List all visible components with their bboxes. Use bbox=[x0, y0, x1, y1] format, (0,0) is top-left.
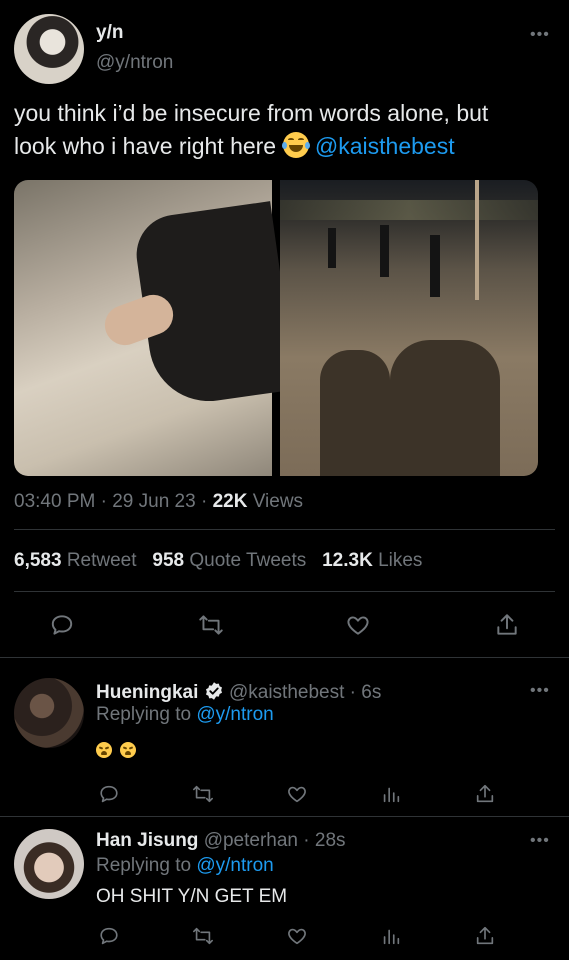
reply-sep: · bbox=[303, 830, 310, 851]
reply-sep: · bbox=[349, 682, 356, 703]
media-photo-2[interactable] bbox=[280, 180, 538, 476]
reply-emoji-row bbox=[96, 741, 137, 759]
photo-2-lights bbox=[280, 200, 538, 220]
photo-2-shadow-1 bbox=[320, 350, 390, 476]
like-icon[interactable] bbox=[345, 612, 371, 638]
divider bbox=[14, 591, 555, 592]
replying-to-label: Replying to bbox=[96, 855, 192, 876]
tweet-text-line1: you think i’d be insecure from words alo… bbox=[14, 100, 489, 126]
tired-face-emoji bbox=[96, 741, 112, 758]
views-icon[interactable] bbox=[380, 925, 402, 947]
share-icon[interactable] bbox=[474, 925, 496, 947]
tweet-text-line2-body: look who i have right here bbox=[14, 133, 277, 159]
quotes-stat[interactable]: 958 Quote Tweets bbox=[152, 550, 306, 571]
tweet-text: you think i’d be insecure from words alo… bbox=[14, 97, 564, 163]
quotes-label: Quote Tweets bbox=[189, 550, 307, 571]
like-icon[interactable] bbox=[286, 783, 308, 805]
views-label: Views bbox=[252, 491, 304, 512]
meta-sep-2: · bbox=[200, 491, 208, 512]
views-icon[interactable] bbox=[380, 783, 402, 805]
divider bbox=[0, 657, 569, 658]
divider bbox=[0, 816, 569, 817]
retweets-stat[interactable]: 6,583 Retweet bbox=[14, 550, 137, 571]
share-icon[interactable] bbox=[494, 612, 520, 638]
share-icon[interactable] bbox=[474, 783, 496, 805]
photo-2-shadow-2 bbox=[390, 340, 500, 476]
likes-count: 12.3K bbox=[322, 550, 373, 571]
meta-sep-1: · bbox=[100, 491, 107, 512]
reply-handle[interactable]: @kaisthebest bbox=[229, 682, 344, 703]
author-display-name[interactable]: y/n bbox=[96, 22, 123, 44]
photo-2-post-1 bbox=[328, 228, 336, 268]
tweet-stats: 6,583 Retweet 958 Quote Tweets 12.3K Lik… bbox=[14, 550, 422, 572]
photo-2-post-2 bbox=[380, 225, 389, 277]
verified-icon bbox=[204, 681, 224, 701]
quotes-count: 958 bbox=[152, 550, 185, 571]
tweet-mention-link[interactable]: @kaisthebest bbox=[315, 133, 455, 159]
photo-2-pole bbox=[475, 180, 479, 300]
retweets-count: 6,583 bbox=[14, 550, 62, 571]
photo-2-post-3 bbox=[430, 235, 440, 297]
reply-time[interactable]: 6s bbox=[361, 682, 381, 703]
likes-stat[interactable]: 12.3K Likes bbox=[322, 550, 422, 571]
reply-display-name[interactable]: Hueningkai bbox=[96, 682, 198, 703]
like-icon[interactable] bbox=[286, 925, 308, 947]
divider bbox=[14, 529, 555, 530]
replying-to: Replying to @y/ntron bbox=[96, 855, 274, 877]
retweet-icon[interactable] bbox=[191, 783, 215, 805]
media-photo-1[interactable] bbox=[14, 180, 297, 476]
replying-to-link[interactable]: @y/ntron bbox=[196, 704, 273, 725]
tweet-text-line2: look who i have right here @kaisthebest bbox=[14, 130, 564, 163]
replying-to-link[interactable]: @y/ntron bbox=[196, 855, 273, 876]
more-icon[interactable]: ••• bbox=[530, 27, 550, 43]
reply-icon[interactable] bbox=[98, 925, 120, 947]
tweet-media-grid bbox=[14, 180, 538, 476]
reply-avatar[interactable] bbox=[14, 829, 84, 899]
retweet-icon[interactable] bbox=[191, 925, 215, 947]
reply-header: Hueningkai @kaisthebest · 6s bbox=[96, 681, 381, 704]
author-avatar[interactable] bbox=[14, 14, 84, 84]
reply-text: OH SHIT Y/N GET EM bbox=[96, 886, 288, 907]
reply-icon[interactable] bbox=[49, 612, 75, 638]
more-icon[interactable]: ••• bbox=[530, 833, 550, 849]
reply-display-name[interactable]: Han Jisung bbox=[96, 830, 198, 851]
author-handle[interactable]: @y/ntron bbox=[96, 52, 173, 74]
tweet-time[interactable]: 03:40 PM bbox=[14, 491, 95, 512]
more-icon[interactable]: ••• bbox=[530, 683, 550, 699]
replying-to-label: Replying to bbox=[96, 704, 192, 725]
reply-handle[interactable]: @peterhan bbox=[204, 830, 298, 851]
replying-to: Replying to @y/ntron bbox=[96, 704, 274, 726]
views-count: 22K bbox=[212, 491, 248, 512]
reply-avatar[interactable] bbox=[14, 678, 84, 748]
retweets-label: Retweet bbox=[66, 550, 137, 571]
retweet-icon[interactable] bbox=[197, 612, 225, 638]
tweet-date[interactable]: 29 Jun 23 bbox=[112, 491, 195, 512]
reply-icon[interactable] bbox=[98, 783, 120, 805]
reply-header: Han Jisung @peterhan · 28s bbox=[96, 830, 346, 852]
tweet-meta: 03:40 PM · 29 Jun 23 · 22K Views bbox=[14, 491, 303, 513]
likes-label: Likes bbox=[378, 550, 423, 571]
reply-time[interactable]: 28s bbox=[315, 830, 346, 851]
tears-of-joy-emoji bbox=[281, 132, 310, 158]
tired-face-emoji bbox=[120, 741, 137, 758]
